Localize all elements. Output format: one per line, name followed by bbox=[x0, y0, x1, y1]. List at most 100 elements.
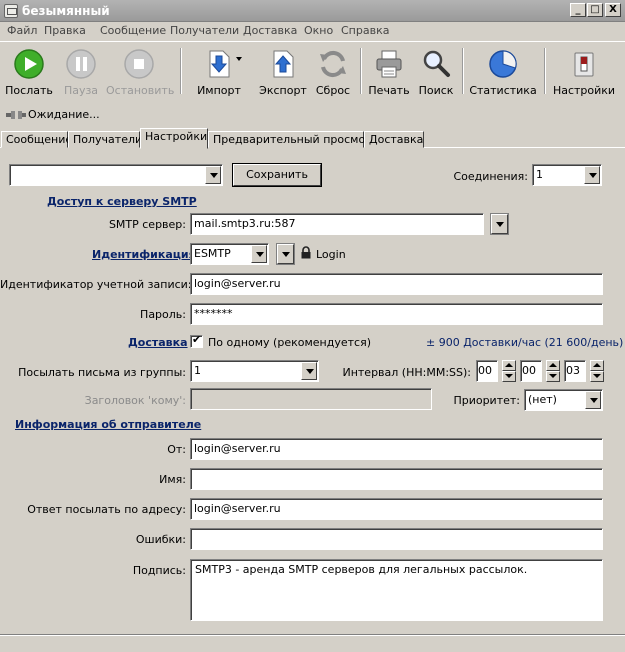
pause-icon bbox=[66, 49, 96, 79]
smtp-server-input[interactable]: mail.smtp3.ru:587 bbox=[190, 213, 484, 235]
from-label: От: bbox=[167, 443, 186, 456]
close-button[interactable]: X bbox=[605, 3, 621, 17]
interval-label: Интервал (HH:MM:SS): bbox=[342, 366, 471, 379]
interval-minutes-input[interactable]: 00 bbox=[520, 360, 542, 382]
auth-options-button[interactable] bbox=[277, 244, 294, 264]
interval-seconds-input[interactable]: 03 bbox=[564, 360, 586, 382]
switch-icon bbox=[574, 52, 594, 77]
import-icon bbox=[209, 50, 230, 78]
printer-icon bbox=[376, 50, 402, 78]
password-label: Пароль: bbox=[140, 308, 186, 321]
chevron-down-icon[interactable] bbox=[205, 166, 221, 184]
auth-section-link[interactable]: Идентификация bbox=[92, 248, 196, 261]
menu-recipients[interactable]: Получатели bbox=[170, 24, 239, 37]
stats-button[interactable]: Статистика bbox=[468, 44, 538, 98]
save-button[interactable]: Сохранить bbox=[233, 164, 321, 186]
profile-select[interactable] bbox=[9, 164, 223, 186]
errors-input[interactable] bbox=[190, 528, 603, 550]
menu-help[interactable]: Справка bbox=[341, 24, 389, 37]
menu-window[interactable]: Окно bbox=[304, 24, 333, 37]
toolbar-separator bbox=[180, 48, 182, 94]
reply-to-input[interactable]: login@server.ru bbox=[190, 498, 603, 520]
interval-seconds-stepper[interactable] bbox=[590, 360, 604, 382]
plug-icon bbox=[6, 111, 26, 119]
app-icon bbox=[4, 4, 18, 18]
connections-select[interactable]: 1 bbox=[532, 164, 602, 186]
spin-up-icon[interactable] bbox=[590, 360, 604, 371]
search-label: Поиск bbox=[418, 84, 454, 97]
chevron-down-icon[interactable] bbox=[301, 362, 317, 380]
reset-button[interactable]: Сброс bbox=[308, 44, 358, 98]
login-label: Login bbox=[316, 248, 346, 261]
chevron-down-icon[interactable] bbox=[585, 391, 601, 409]
stop-icon bbox=[124, 49, 154, 79]
stop-button[interactable]: Остановить bbox=[106, 44, 174, 98]
tab-message[interactable]: Сообщение bbox=[1, 131, 72, 148]
menu-edit[interactable]: Правка bbox=[44, 24, 86, 37]
name-input[interactable] bbox=[190, 468, 603, 490]
tab-recipients[interactable]: Получатели bbox=[68, 131, 142, 148]
toolbar-separator bbox=[544, 48, 546, 94]
bottom-divider bbox=[0, 634, 625, 636]
reply-to-label: Ответ посылать по адресу: bbox=[27, 503, 186, 516]
minimize-button[interactable]: _ bbox=[570, 3, 586, 17]
toolbar: Послать Пауза Остановить Импорт Экспорт bbox=[0, 41, 625, 99]
priority-select[interactable]: (нет) bbox=[524, 389, 603, 411]
send-label: Послать bbox=[5, 84, 53, 97]
search-icon bbox=[423, 50, 450, 77]
group-value: 1 bbox=[194, 364, 201, 377]
interval-hours-stepper[interactable] bbox=[502, 360, 516, 382]
tab-settings[interactable]: Настройки bbox=[140, 128, 208, 149]
delivery-rate-text: ± 900 Доставки/час (21 600/день) bbox=[426, 336, 624, 349]
menu-delivery[interactable]: Доставка bbox=[243, 24, 297, 37]
interval-hours-input[interactable]: 00 bbox=[476, 360, 498, 382]
smtp-server-dropdown-button[interactable] bbox=[491, 214, 508, 234]
to-header-input[interactable] bbox=[190, 388, 432, 410]
refresh-icon bbox=[320, 50, 346, 78]
menu-file[interactable]: Файл bbox=[7, 24, 37, 37]
search-button[interactable]: Поиск bbox=[414, 44, 458, 98]
pie-chart-icon bbox=[489, 50, 517, 78]
pause-button[interactable]: Пауза bbox=[56, 44, 106, 98]
spin-up-icon[interactable] bbox=[546, 360, 560, 371]
account-id-label: Идентификатор учетной записи: bbox=[0, 278, 192, 291]
tab-preview[interactable]: Предварительный просмотр bbox=[208, 131, 379, 148]
print-button[interactable]: Печать bbox=[364, 44, 414, 98]
from-input[interactable]: login@server.ru bbox=[190, 438, 603, 460]
account-id-input[interactable]: login@server.ru bbox=[190, 273, 603, 295]
tab-delivery[interactable]: Доставка bbox=[364, 131, 424, 148]
smtp-section-link[interactable]: Доступ к серверу SMTP bbox=[47, 195, 197, 208]
settings-button[interactable]: Настройки bbox=[552, 44, 616, 98]
import-button[interactable]: Импорт bbox=[192, 44, 246, 98]
pause-label: Пауза bbox=[63, 84, 99, 97]
export-label: Экспорт bbox=[259, 84, 307, 97]
group-select[interactable]: 1 bbox=[190, 360, 319, 382]
one-by-one-checkbox[interactable] bbox=[190, 333, 203, 348]
signature-textarea[interactable]: SMTP3 - аренда SMTP серверов для легальн… bbox=[190, 559, 603, 621]
spin-down-icon[interactable] bbox=[590, 371, 604, 382]
export-button[interactable]: Экспорт bbox=[258, 44, 308, 98]
chevron-down-icon[interactable] bbox=[251, 245, 267, 263]
password-input[interactable]: ******* bbox=[190, 303, 603, 325]
send-button[interactable]: Послать bbox=[2, 44, 56, 98]
errors-label: Ошибки: bbox=[135, 533, 186, 546]
priority-value: (нет) bbox=[528, 393, 557, 406]
auth-select[interactable]: ESMTP bbox=[190, 243, 269, 265]
import-dropdown-icon[interactable] bbox=[236, 57, 242, 61]
toolbar-separator bbox=[360, 48, 362, 94]
spin-down-icon[interactable] bbox=[546, 371, 560, 382]
interval-minutes-stepper[interactable] bbox=[546, 360, 560, 382]
spin-down-icon[interactable] bbox=[502, 371, 516, 382]
spin-up-icon[interactable] bbox=[502, 360, 516, 371]
auth-value: ESMTP bbox=[194, 247, 231, 260]
maximize-button[interactable]: □ bbox=[587, 3, 603, 17]
window-title: безымянный bbox=[22, 4, 110, 18]
chevron-down-icon[interactable] bbox=[584, 166, 600, 184]
sender-section-link[interactable]: Информация об отправителе bbox=[15, 418, 201, 431]
one-by-one-label: По одному (рекомендуется) bbox=[208, 336, 371, 349]
connections-value: 1 bbox=[536, 168, 543, 181]
delivery-section-link[interactable]: Доставка bbox=[128, 336, 188, 349]
menu-message[interactable]: Сообщение bbox=[100, 24, 166, 37]
title-bar: безымянный _ □ X bbox=[0, 0, 625, 22]
to-header-label: Заголовок 'кому': bbox=[84, 394, 186, 407]
